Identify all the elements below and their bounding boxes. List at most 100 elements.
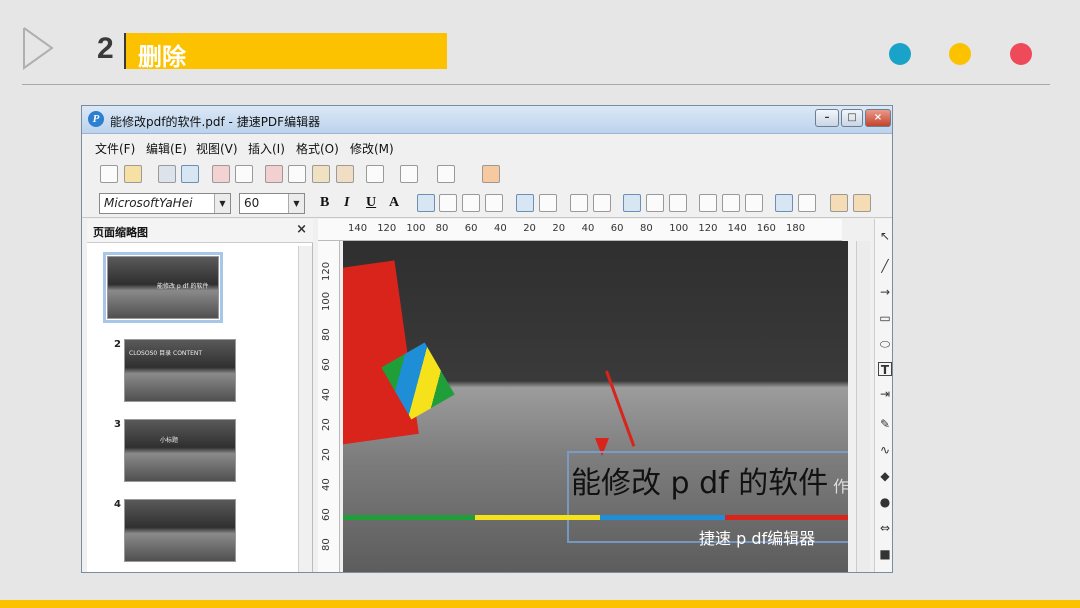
double-arrow-icon[interactable]: ⇔: [878, 521, 892, 535]
document-subtitle[interactable]: 捷速 p df编辑器: [699, 525, 815, 549]
ruler-tick: 80: [321, 328, 332, 341]
align-left-icon[interactable]: [417, 194, 435, 212]
ruler-tick: 60: [464, 223, 478, 234]
menu-insert[interactable]: 插入(I): [248, 140, 285, 157]
align-center-icon[interactable]: [439, 194, 457, 212]
green-bar: [343, 515, 475, 520]
close-icon[interactable]: ×: [296, 222, 307, 237]
panel-title: 页面缩略图: [93, 226, 148, 239]
text-tool-icon[interactable]: [516, 194, 534, 212]
panel-scrollbar[interactable]: [298, 246, 312, 572]
menu-file[interactable]: 文件(F): [95, 140, 135, 157]
chevron-down-icon[interactable]: ▼: [214, 194, 230, 213]
minimize-button[interactable]: –: [815, 109, 839, 127]
menu-modify[interactable]: 修改(M): [350, 140, 394, 157]
canvas-scrollbar[interactable]: [856, 241, 870, 572]
subscript-icon[interactable]: [745, 194, 763, 212]
redo-icon[interactable]: [400, 165, 418, 183]
text-frame-icon[interactable]: [593, 194, 611, 212]
italic-button[interactable]: I: [344, 195, 349, 211]
new-file-icon[interactable]: [100, 165, 118, 183]
line-spacing-icon[interactable]: [699, 194, 717, 212]
indent-icon[interactable]: [646, 194, 664, 212]
list-icon[interactable]: [669, 194, 687, 212]
ruler-tick: 40: [581, 223, 595, 234]
thumbnail-text: CLOSOS0 目录 CONTENT: [129, 350, 203, 357]
thumbnail-number: 4: [114, 499, 121, 510]
window-titlebar[interactable]: P 能修改pdf的软件.pdf - 捷速PDF编辑器 – □ ×: [82, 106, 892, 134]
char-spacing-icon[interactable]: [775, 194, 793, 212]
divider: [22, 84, 1050, 85]
format-painter-icon[interactable]: [336, 165, 354, 183]
superscript-icon[interactable]: [722, 194, 740, 212]
ruler-tick: 20: [523, 223, 536, 234]
align-right-icon[interactable]: [462, 194, 480, 212]
rectangle-icon[interactable]: ▭: [878, 311, 892, 325]
menu-bar: 文件(F) 编辑(E) 视图(V) 插入(I) 格式(O) 修改(M): [82, 136, 892, 158]
underline-button[interactable]: U: [366, 195, 376, 211]
maximize-button[interactable]: □: [841, 109, 863, 127]
ruler-tick: 20: [552, 223, 566, 234]
ruler-tick: 80: [640, 223, 653, 234]
ruler-tick: 160: [756, 223, 776, 234]
image-icon[interactable]: ■: [878, 547, 892, 561]
zoom-icon[interactable]: [437, 165, 455, 183]
align-justify-icon[interactable]: [485, 194, 503, 212]
menu-edit[interactable]: 编辑(E): [146, 140, 187, 157]
spellcheck-icon[interactable]: [830, 194, 848, 212]
page-thumbnail-3[interactable]: [124, 419, 236, 482]
undo-icon[interactable]: [366, 165, 384, 183]
font-size-select[interactable]: 60 ▼: [239, 193, 305, 214]
document-title[interactable]: 能修改 p df 的软件: [571, 458, 828, 502]
font-color-button[interactable]: A: [389, 195, 399, 211]
arrow-icon[interactable]: →: [878, 285, 892, 299]
menu-format[interactable]: 格式(O): [296, 140, 339, 157]
ruler-tick: 100: [406, 223, 426, 234]
app-icon: P: [88, 111, 104, 127]
curve-icon[interactable]: ∿: [878, 443, 892, 457]
ruler-tick: 20: [321, 448, 332, 461]
document-canvas[interactable]: 能修改 p df 的软件 作 捷速 p df编辑器: [343, 241, 848, 572]
text-box-icon[interactable]: [570, 194, 588, 212]
text-icon[interactable]: T: [878, 362, 892, 377]
insert-text-icon[interactable]: ⇥: [878, 387, 892, 401]
thumbnail-text: 小标题: [160, 437, 179, 444]
open-folder-icon[interactable]: [124, 165, 142, 183]
thumbnail-text: 能修改 p df 的软件: [157, 283, 209, 290]
format-toolbar: MicrosoftYaHei ▼ 60 ▼ B I U A: [82, 190, 892, 218]
ruler-tick: 40: [321, 478, 332, 491]
diamond-icon[interactable]: ◆: [878, 469, 892, 483]
font-value: MicrosoftYaHei: [104, 196, 193, 210]
ruler-tick: 60: [321, 358, 332, 371]
menu-view[interactable]: 视图(V): [196, 140, 238, 157]
paste-icon[interactable]: [312, 165, 330, 183]
copy-icon[interactable]: [288, 165, 306, 183]
slide-title: 删除: [138, 43, 186, 71]
save-icon[interactable]: [158, 165, 176, 183]
marker-icon[interactable]: [539, 194, 557, 212]
print-icon[interactable]: [235, 165, 253, 183]
close-button[interactable]: ×: [865, 109, 891, 127]
thumbnail-number: 3: [114, 419, 121, 430]
pen-icon[interactable]: ✎: [878, 417, 892, 431]
ruler-tick: 40: [494, 223, 507, 234]
ruler-tick: 140: [727, 223, 747, 234]
stamp-icon[interactable]: ●: [878, 495, 892, 509]
bold-button[interactable]: B: [320, 195, 329, 211]
thumbnail-panel: 页面缩略图 × 1 能修改 p df 的软件 2 CLOSOS0 目录 CONT…: [87, 219, 313, 572]
settings-icon[interactable]: [482, 165, 500, 183]
line-icon[interactable]: ╱: [878, 259, 892, 273]
play-arrow-icon: [23, 27, 54, 70]
char-scale-icon[interactable]: [798, 194, 816, 212]
ellipse-icon[interactable]: ⬭: [878, 337, 892, 351]
ruler-tick: 80: [321, 538, 332, 551]
paragraph-mark-icon[interactable]: [853, 194, 871, 212]
cut-icon[interactable]: [265, 165, 283, 183]
paragraph-icon[interactable]: [623, 194, 641, 212]
font-select[interactable]: MicrosoftYaHei ▼: [99, 193, 231, 214]
select-cursor-icon[interactable]: ↖: [878, 229, 892, 243]
edit-mode-icon[interactable]: [181, 165, 199, 183]
page-thumbnail-4[interactable]: [124, 499, 236, 562]
pdf-export-icon[interactable]: [212, 165, 230, 183]
chevron-down-icon[interactable]: ▼: [288, 194, 304, 213]
